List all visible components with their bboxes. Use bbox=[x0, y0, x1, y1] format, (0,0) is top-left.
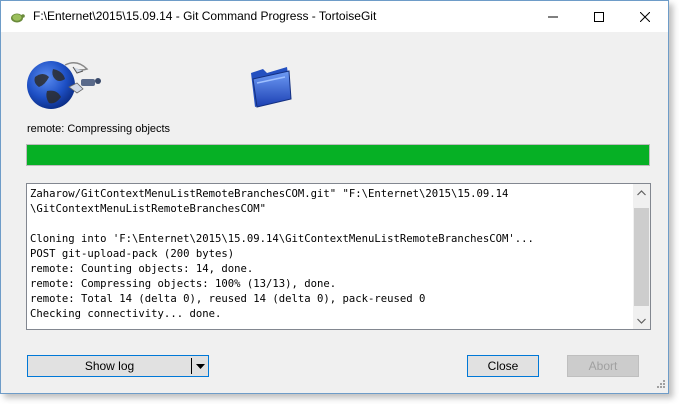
close-icon bbox=[640, 11, 650, 22]
abort-label: Abort bbox=[588, 359, 618, 373]
vertical-scrollbar[interactable] bbox=[633, 184, 650, 329]
abort-button[interactable]: Abort bbox=[567, 355, 639, 377]
output-log[interactable]: Zaharow/GitContextMenuListRemoteBranches… bbox=[26, 183, 651, 330]
scroll-up-button[interactable] bbox=[633, 184, 650, 201]
scroll-down-button[interactable] bbox=[633, 312, 650, 329]
progress-bar bbox=[26, 144, 650, 166]
title-bar: F:\Enternet\2015\15.09.14 - Git Command … bbox=[1, 1, 668, 32]
maximize-icon bbox=[594, 11, 604, 22]
show-log-split-button[interactable]: Show log bbox=[27, 355, 209, 377]
resize-grip-icon[interactable] bbox=[654, 379, 666, 391]
tortoisegit-icon bbox=[11, 13, 25, 23]
scrollbar-thumb[interactable] bbox=[634, 208, 649, 306]
minimize-icon bbox=[548, 16, 558, 17]
maximize-button[interactable] bbox=[576, 1, 622, 32]
output-log-text[interactable]: Zaharow/GitContextMenuListRemoteBranches… bbox=[30, 187, 630, 327]
progress-fill bbox=[27, 145, 649, 165]
close-window-button[interactable] bbox=[622, 1, 668, 32]
minimize-button[interactable] bbox=[530, 1, 576, 32]
status-text: remote: Compressing objects bbox=[27, 123, 171, 135]
close-button[interactable]: Close bbox=[467, 355, 539, 377]
globe-animation-icon bbox=[27, 61, 101, 109]
chevron-down-icon bbox=[195, 363, 205, 369]
chevron-down-icon bbox=[637, 318, 646, 324]
show-log-button[interactable]: Show log bbox=[28, 356, 191, 376]
git-progress-window: F:\Enternet\2015\15.09.14 - Git Command … bbox=[0, 0, 669, 394]
close-label: Close bbox=[487, 359, 519, 373]
window-title: F:\Enternet\2015\15.09.14 - Git Command … bbox=[33, 9, 377, 23]
show-log-dropdown[interactable] bbox=[192, 356, 208, 376]
chevron-up-icon bbox=[637, 189, 646, 195]
show-log-label: Show log bbox=[84, 359, 135, 373]
folder-icon bbox=[251, 67, 292, 108]
